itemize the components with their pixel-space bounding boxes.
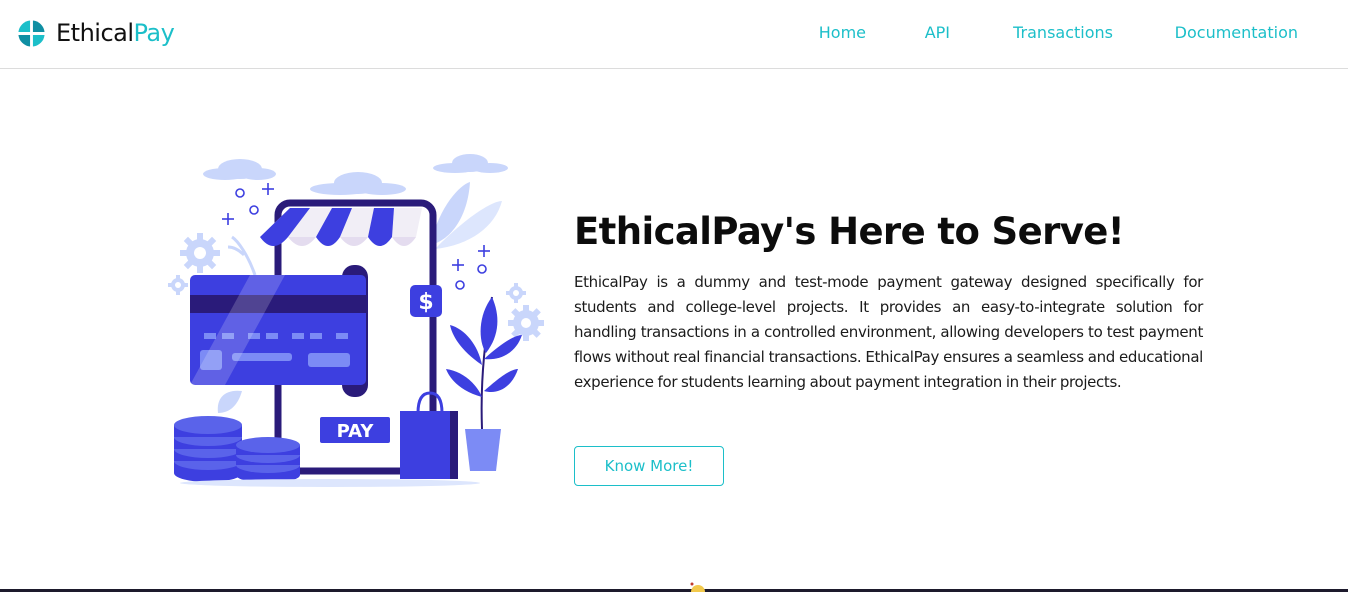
- nav-link-api[interactable]: API: [925, 22, 950, 44]
- brand-name-part1: Ethical: [56, 19, 134, 47]
- know-more-button[interactable]: Know More!: [574, 446, 724, 486]
- dollar-icon: $: [410, 285, 442, 317]
- brand-name-part2: Pay: [133, 19, 175, 47]
- coin-stack-icon: [236, 437, 300, 483]
- nav-link-documentation[interactable]: Documentation: [1175, 22, 1298, 44]
- storefront-illustration: $ PAY: [168, 154, 544, 487]
- cloud-icon: [433, 154, 508, 173]
- credit-card-icon: [190, 275, 366, 385]
- cloud-icon: [203, 159, 276, 180]
- pay-label: PAY: [337, 421, 375, 442]
- hero-description: EthicalPay is a dummy and test-mode paym…: [574, 273, 1203, 391]
- nav-link-transactions[interactable]: Transactions: [1013, 22, 1113, 44]
- navbar: EthicalPay Home API Transactions Documen…: [0, 0, 1348, 69]
- hero-title: EthicalPay's Here to Serve!: [574, 210, 1125, 253]
- gear-icon: [506, 283, 526, 303]
- gear-icon: [168, 275, 188, 295]
- dollar-sign-label: $: [418, 290, 433, 315]
- pay-badge: PAY: [320, 417, 390, 443]
- brand-home-link[interactable]: EthicalPay: [17, 17, 175, 49]
- mascot-icon: [690, 582, 705, 592]
- ethicalpay-logo-icon: [18, 19, 45, 47]
- brand-name: EthicalPay: [56, 17, 175, 49]
- cloud-icon: [310, 172, 406, 195]
- gear-icon: [180, 233, 220, 273]
- nav-link-home[interactable]: Home: [819, 22, 866, 44]
- gear-icon: [508, 305, 544, 341]
- coin-stack-icon: [174, 416, 242, 482]
